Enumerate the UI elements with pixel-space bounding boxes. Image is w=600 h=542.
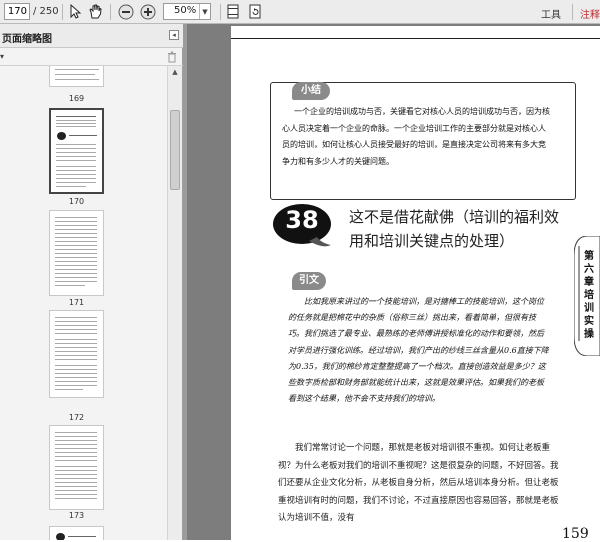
summary-tag: 小结 xyxy=(292,82,330,100)
panel-options-bar: ▾ xyxy=(0,48,183,66)
page-header-rule xyxy=(231,38,600,39)
toolbar: / 250 50% ▼ 工具 注释 xyxy=(0,0,600,24)
toolbar-separator xyxy=(110,4,111,20)
collapse-panel-icon[interactable]: ◂ xyxy=(169,30,179,40)
page-thumbnail[interactable] xyxy=(49,210,104,296)
thumbnail-label: 169 xyxy=(68,94,85,103)
options-dropdown-icon[interactable]: ▾ xyxy=(0,52,4,61)
thumbnail-label: 172 xyxy=(68,413,85,422)
section-title: 这不是借花献佛（培训的福利效用和培训关键点的处理） xyxy=(349,208,560,250)
body-text: 我们常常讨论一个问题，那就是老板对培训很不重视。如何让老板重视？为什么老板对我们… xyxy=(278,443,559,524)
chapter-label: 第六章 培训实操 xyxy=(584,251,594,340)
scroll-up-icon[interactable]: ▲ xyxy=(170,68,180,78)
thumbnail-list: 169 170 171 172 173 xyxy=(0,66,166,540)
thumbnail-panel: 页面缩略图 ◂ ▾ 169 170 171 172 173 ▲ xyxy=(0,24,183,540)
page-thumbnail[interactable] xyxy=(49,66,104,87)
summary-text: 一个企业的培训成功与否，关键看它对核心人员的培训成功与否，因为核心人员决定着一个… xyxy=(282,107,550,166)
page-number-input[interactable] xyxy=(4,3,30,20)
toolbar-separator xyxy=(572,4,573,20)
page-thumbnail[interactable] xyxy=(49,310,104,398)
select-cursor-icon[interactable] xyxy=(68,3,82,20)
toolbar-separator xyxy=(220,4,221,20)
section-number: 38 xyxy=(285,206,319,234)
intro-text: 比如我原来讲过的一个技能培训，是对搪棒工的技能培训，这个岗位的任务就是把棉花中的… xyxy=(288,297,549,404)
fit-page-icon[interactable] xyxy=(226,3,240,20)
panel-splitter[interactable] xyxy=(183,24,187,540)
thumbnail-scrollbar[interactable]: ▲ xyxy=(167,66,182,540)
page-thumbnail-selected[interactable] xyxy=(49,108,104,194)
trash-icon[interactable] xyxy=(167,51,177,63)
zoom-select[interactable]: 50% ▼ xyxy=(163,3,211,20)
panel-title: 页面缩略图 xyxy=(2,34,52,45)
thumbnail-label: 171 xyxy=(68,298,85,307)
scrollbar-thumb[interactable] xyxy=(170,110,180,190)
hand-tool-icon[interactable] xyxy=(87,3,103,20)
rotate-page-icon[interactable] xyxy=(248,3,262,20)
page-thumbnail[interactable] xyxy=(49,425,104,510)
tools-tab[interactable]: 工具 xyxy=(541,6,561,21)
page-total-label: / 250 xyxy=(33,6,59,17)
thumbnail-label: 170 xyxy=(68,197,85,206)
comment-tab[interactable]: 注释 xyxy=(580,6,600,21)
zoom-value: 50% xyxy=(174,5,197,16)
toolbar-separator xyxy=(62,4,63,20)
panel-header: 页面缩略图 ◂ xyxy=(0,24,183,48)
chevron-down-icon[interactable]: ▼ xyxy=(199,4,210,19)
zoom-out-icon[interactable] xyxy=(117,3,134,20)
zoom-in-icon[interactable] xyxy=(139,3,156,20)
page-thumbnail[interactable] xyxy=(49,526,104,540)
intro-tag: 引文 xyxy=(292,272,326,290)
thumbnail-label: 173 xyxy=(68,511,85,520)
